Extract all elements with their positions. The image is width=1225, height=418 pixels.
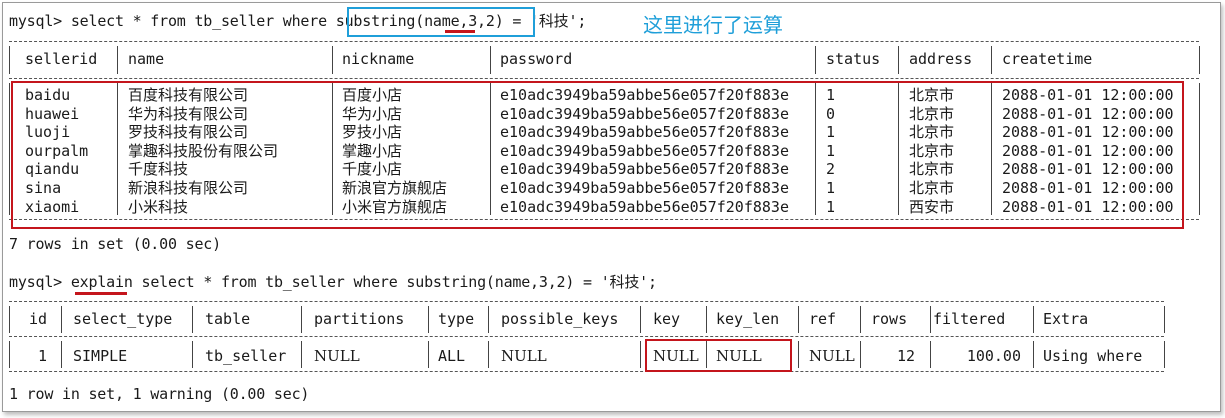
table2-col-partitions: partitions	[314, 310, 405, 328]
table2-cell-select_type: SIMPLE	[73, 347, 128, 365]
column-separator	[640, 306, 641, 333]
table2-header-rule	[9, 336, 1164, 337]
column-separator	[1164, 306, 1165, 333]
table2-cell-rows: 12	[896, 347, 915, 365]
column-separator	[1164, 341, 1165, 368]
table1-col-password: password	[500, 50, 573, 68]
column-separator	[930, 306, 931, 333]
column-separator	[898, 46, 899, 74]
table1-highlight-box	[11, 81, 1184, 229]
column-separator	[117, 83, 118, 215]
table2-footer: 1 row in set, 1 warning (0.00 sec)	[9, 385, 310, 403]
terminal-window: mysql> select * from tb_seller where sub…	[2, 2, 1221, 412]
table2-cell-id: 1	[37, 347, 47, 365]
query2-text: select * from tb_seller where substring(…	[132, 273, 657, 291]
column-separator	[61, 306, 62, 333]
column-separator	[1199, 46, 1200, 74]
table1-col-createtime: createtime	[1002, 50, 1093, 68]
column-separator	[815, 83, 816, 215]
table2-col-key: key	[653, 310, 681, 328]
table1-top-rule	[9, 41, 1199, 42]
column-separator	[815, 46, 816, 74]
table2-cell-ref: NULL	[809, 347, 855, 365]
key-null-highlight-box	[645, 339, 792, 372]
table2-col-type: type	[438, 310, 475, 328]
table1-col-address: address	[909, 50, 973, 68]
column-separator	[860, 341, 861, 368]
table1-header-rule	[9, 78, 1199, 79]
table1-col-status: status	[826, 50, 881, 68]
column-separator	[117, 46, 118, 74]
table2-bottom-rule	[9, 371, 1164, 372]
query1-text-before: select * from tb_seller where	[62, 12, 336, 30]
table2-col-select_type: select_type	[73, 310, 173, 328]
column-separator	[490, 46, 491, 74]
column-separator	[9, 341, 10, 368]
name-underline	[445, 30, 475, 33]
explain-underline	[75, 292, 127, 295]
column-separator	[860, 306, 861, 333]
table1-col-nickname: nickname	[342, 50, 415, 68]
mysql-prompt-2: mysql>	[9, 273, 62, 291]
column-separator	[428, 341, 429, 368]
table2-col-Extra: Extra	[1043, 310, 1089, 328]
column-separator	[192, 341, 193, 368]
table1-col-sellerid: sellerid	[25, 50, 98, 68]
table2-col-table: table	[205, 310, 251, 328]
column-separator	[798, 341, 799, 368]
column-separator	[991, 83, 992, 215]
table2-col-filtered: filtered	[933, 310, 1006, 328]
column-separator	[930, 341, 931, 368]
column-separator	[301, 341, 302, 368]
annotation-label: 这里进行了运算	[643, 13, 783, 37]
column-separator	[1199, 83, 1200, 215]
explain-keyword: explain	[70, 273, 133, 291]
column-separator	[301, 306, 302, 333]
column-separator	[192, 306, 193, 333]
column-separator	[640, 341, 641, 368]
column-separator	[1033, 341, 1034, 368]
column-separator	[332, 83, 333, 215]
query2-line: mysql> explain select * from tb_seller w…	[9, 273, 657, 291]
table2-col-key_len: key_len	[716, 310, 780, 328]
column-separator	[898, 83, 899, 215]
table2-col-id: id	[29, 310, 48, 328]
column-separator	[706, 306, 707, 333]
column-separator	[332, 46, 333, 74]
column-separator	[706, 341, 707, 368]
table2-cell-partitions: NULL	[314, 347, 360, 365]
table2-col-possible_keys: possible_keys	[501, 310, 619, 328]
table1-col-name: name	[128, 50, 165, 68]
table2-top-rule	[9, 301, 1164, 302]
column-separator	[798, 306, 799, 333]
mysql-prompt: mysql>	[9, 12, 62, 30]
table2-cell-Extra: Using where	[1043, 347, 1143, 365]
table2-cell-type: ALL	[438, 347, 466, 365]
column-separator	[9, 306, 10, 333]
column-separator	[9, 46, 10, 74]
column-separator	[488, 341, 489, 368]
column-separator	[428, 306, 429, 333]
column-separator	[991, 46, 992, 74]
column-separator	[9, 83, 10, 215]
table2-col-ref: ref	[809, 310, 837, 328]
table2-col-rows: rows	[871, 310, 908, 328]
table2-cell-filtered: 100.00	[966, 347, 1021, 365]
column-separator	[488, 306, 489, 333]
table1-footer: 7 rows in set (0.00 sec)	[9, 235, 221, 253]
column-separator	[490, 83, 491, 215]
table2-cell-table: tb_seller	[205, 347, 287, 365]
column-separator	[61, 341, 62, 368]
column-separator	[1033, 306, 1034, 333]
table2-cell-possible_keys: NULL	[501, 347, 547, 365]
highlight-box	[347, 7, 535, 37]
